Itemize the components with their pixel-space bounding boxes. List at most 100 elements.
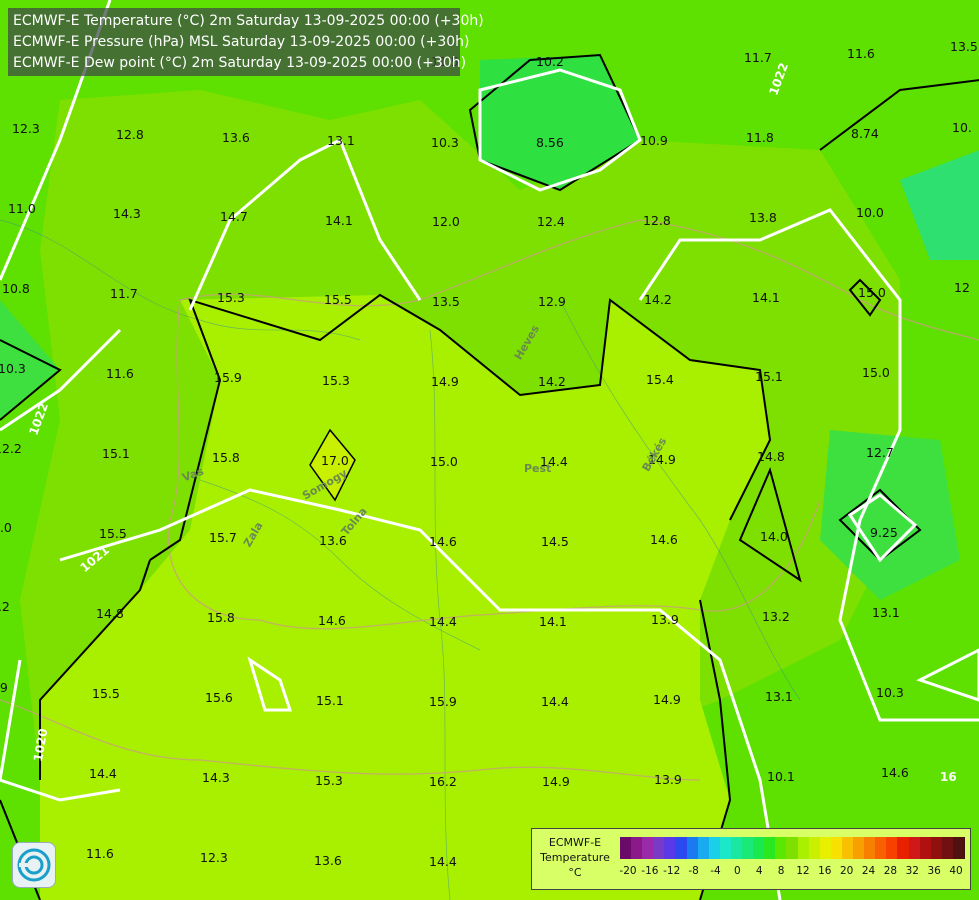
temperature-label: 11.6	[86, 846, 114, 861]
temperature-label: 12.7	[866, 445, 894, 460]
temperature-label: 11.6	[847, 46, 875, 61]
temperature-label: 14.9	[431, 374, 459, 389]
legend-tick-label: 28	[883, 865, 898, 877]
temperature-label: 11.0	[8, 201, 36, 216]
temperature-label: 12.3	[12, 121, 40, 136]
temperature-label: 15.0	[862, 365, 890, 380]
temperature-label: 14.6	[881, 765, 909, 780]
temperature-label: 8.56	[536, 135, 564, 150]
temperature-label: 15.7	[209, 530, 237, 545]
legend-tick-label: -16	[641, 865, 659, 877]
temperature-label: 11.7	[744, 50, 772, 65]
temperature-label: 12.3	[200, 850, 228, 865]
temperature-label: 15.5	[99, 526, 127, 541]
temperature-label: 10.1	[767, 769, 795, 784]
legend-tick-label: 24	[861, 865, 876, 877]
legend-ticks: -20 -16 -12 -8 -4 0 4 8 12 16 20 24 28 32 36 40	[619, 865, 964, 879]
temperature-label: 11.7	[110, 286, 138, 301]
temperature-label: 14.3	[202, 770, 230, 785]
temperature-label: 13.9	[651, 612, 679, 627]
temperature-label: 14.6	[650, 532, 678, 547]
temperature-label: 10.0	[856, 205, 884, 220]
title-temperature: ECMWF-E Temperature (°C) 2m Saturday 13-…	[13, 13, 484, 29]
title-dewpoint: ECMWF-E Dew point (°C) 2m Saturday 13-09…	[13, 55, 467, 71]
temperature-label: 14.2	[538, 374, 566, 389]
legend-tick-label: 40	[949, 865, 963, 877]
legend-tick-label: -12	[663, 865, 681, 877]
temperature-label: 13.2	[762, 609, 790, 624]
legend-tick-label: -8	[688, 865, 699, 877]
temperature-label: 14.7	[220, 209, 248, 224]
temperature-label: 10.3	[431, 135, 459, 150]
temperature-label: 13.6	[314, 853, 342, 868]
isobar-label: 16	[940, 770, 957, 784]
temperature-label: 14.9	[653, 692, 681, 707]
temperature-label: 12	[954, 280, 970, 295]
legend-title-line: °C	[568, 866, 582, 879]
temperature-label: 15.0	[430, 454, 458, 469]
weather-map	[0, 0, 979, 900]
legend: ECMWF-E Temperature °C -20 -16 -12 -8 -4 0 4 8 1…	[531, 828, 971, 890]
temperature-label: 13.5	[950, 39, 978, 54]
temperature-label: 14.8	[96, 606, 124, 621]
temperature-label: 15.6	[205, 690, 233, 705]
temperature-label: 15.9	[214, 370, 242, 385]
legend-tick-label: -4	[710, 865, 721, 877]
temperature-label: 13.1	[327, 133, 355, 148]
temperature-label: 12.2	[0, 441, 22, 456]
temperature-label: 12.4	[537, 214, 565, 229]
temperature-label: 10.3	[0, 361, 26, 376]
temperature-label: 14.9	[542, 774, 570, 789]
legend-tick-label: 8	[777, 865, 785, 877]
legend-tick-label: 36	[927, 865, 941, 877]
temperature-label: 3.0	[0, 520, 12, 535]
temperature-label: 15.1	[316, 693, 344, 708]
temperature-label: 14.1	[539, 614, 567, 629]
temperature-label: 13.8	[749, 210, 777, 225]
temperature-label: 15.4	[646, 372, 674, 387]
legend-tick-label: 4	[755, 865, 763, 877]
temperature-label: 15.1	[755, 369, 783, 384]
temperature-label: 16.2	[429, 774, 457, 789]
temperature-label: 8.74	[851, 126, 879, 141]
legend-color-bar	[620, 837, 966, 859]
ecmwf-logo	[12, 842, 56, 888]
temperature-label: 15.3	[322, 373, 350, 388]
temperature-label: 10.2	[536, 54, 564, 69]
temperature-label: 13.5	[432, 294, 460, 309]
temperature-label: 11.6	[106, 366, 134, 381]
legend-title-line: Temperature	[540, 851, 610, 864]
temperature-label: 13.6	[319, 533, 347, 548]
temperature-label: 13.6	[222, 130, 250, 145]
temperature-label: 15.8	[207, 610, 235, 625]
temperature-label: 14.6	[318, 613, 346, 628]
legend-title: ECMWF-E Temperature °C	[536, 835, 614, 880]
temperature-label: 14.3	[113, 206, 141, 221]
temperature-label: 13.1	[765, 689, 793, 704]
place-label: Pest	[524, 462, 552, 475]
temperature-label: 12.8	[116, 127, 144, 142]
temperature-label: 9.25	[870, 525, 898, 540]
legend-tick-label: 16	[818, 865, 832, 877]
temperature-label: 14.4	[541, 694, 569, 709]
temperature-label: 14.2	[644, 292, 672, 307]
title-pressure: ECMWF-E Pressure (hPa) MSL Saturday 13-0…	[13, 34, 470, 50]
temperature-label: 12.0	[432, 214, 460, 229]
temperature-label: 15.1	[102, 446, 130, 461]
legend-tick-label: 32	[905, 865, 919, 877]
temperature-label: 13.1	[872, 605, 900, 620]
temperature-label: 10.3	[876, 685, 904, 700]
legend-title-line: ECMWF-E	[548, 836, 602, 849]
temperature-label: 14.5	[541, 534, 569, 549]
temperature-label: 15.8	[212, 450, 240, 465]
temperature-label: 15.0	[858, 285, 886, 300]
map-title-box: ECMWF-E Temperature (°C) 2m Saturday 13-…	[8, 8, 484, 76]
temperature-label: 13.9	[654, 772, 682, 787]
temperature-label: 5.9	[0, 680, 8, 695]
temperature-label: 12.9	[538, 294, 566, 309]
temperature-label: 10.	[952, 120, 972, 135]
temperature-label: 10.9	[640, 133, 668, 148]
temperature-label: 15.3	[315, 773, 343, 788]
temperature-label: 14.6	[429, 534, 457, 549]
temperature-label: 11.8	[746, 130, 774, 145]
